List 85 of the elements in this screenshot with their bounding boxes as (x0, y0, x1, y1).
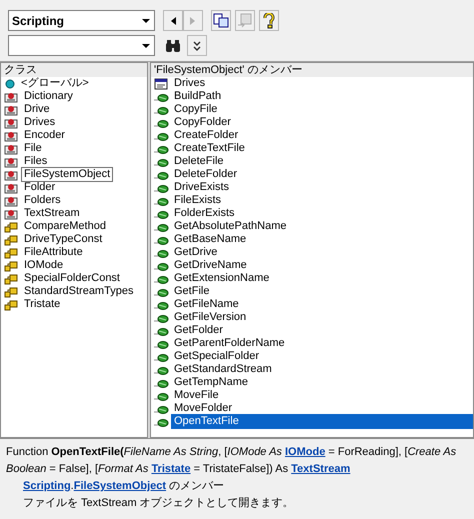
member-item[interactable]: CreateTextFile (171, 141, 248, 156)
property-icon (154, 78, 169, 90)
type-link[interactable]: Scripting (23, 480, 71, 492)
class-item[interactable]: SpecialFolderConst (21, 271, 123, 286)
enum-icon (4, 298, 19, 310)
class-item[interactable]: Tristate (21, 297, 64, 312)
member-item[interactable]: OpenTextFile (171, 414, 473, 429)
class-icon (4, 130, 19, 142)
enum-icon (4, 220, 19, 232)
member-item[interactable]: Drives (171, 76, 208, 91)
class-item[interactable]: <グローバル> (18, 76, 92, 91)
double-chevron-icon (192, 40, 202, 52)
member-item[interactable]: GetExtensionName (171, 271, 272, 286)
class-icon (4, 194, 19, 206)
member-item[interactable]: FileExists (171, 193, 224, 208)
class-icon (4, 142, 19, 154)
member-item[interactable]: GetAbsolutePathName (171, 219, 290, 234)
class-icon (4, 156, 19, 168)
copy-button[interactable] (211, 10, 231, 31)
member-item[interactable]: MoveFile (171, 388, 222, 403)
class-item[interactable]: Files (21, 154, 50, 169)
signature-text: Function OpenTextFile(FileName As String, [IOMode As IOMode = ForReading], [Create As Boolean = False], [Format As Tristate = TristateFalse]) As TextStream (6, 445, 458, 477)
member-item[interactable]: GetDrive (171, 245, 220, 260)
member-item[interactable]: DeleteFile (171, 154, 227, 169)
class-item[interactable]: File (21, 141, 45, 156)
globe-icon (4, 78, 16, 90)
class-icon (4, 116, 19, 128)
enum-icon (4, 272, 19, 284)
member-item[interactable]: GetSpecialFolder (171, 349, 262, 364)
collapse-button[interactable] (187, 35, 207, 56)
member-of-text: Scripting.FileSystemObject のメンバー (22, 479, 226, 494)
class-item[interactable]: CompareMethod (21, 219, 109, 234)
member-item[interactable]: CopyFolder (171, 115, 234, 130)
enum-icon (4, 246, 19, 258)
class-icon (4, 182, 19, 194)
class-item[interactable]: TextStream (21, 206, 83, 221)
class-icon (4, 90, 19, 102)
class-icon (4, 168, 19, 180)
back-arrow-icon (170, 16, 176, 24)
member-item[interactable]: GetTempName (171, 375, 251, 390)
binoculars-icon (165, 38, 181, 52)
member-item[interactable]: GetFolder (171, 323, 226, 338)
help-button[interactable] (259, 10, 279, 31)
definition-icon (237, 13, 253, 28)
member-item[interactable]: GetBaseName (171, 232, 250, 247)
class-item[interactable]: FileSystemObject (21, 167, 114, 182)
type-link[interactable]: TextStream (291, 463, 350, 475)
classes-header: クラス (1, 63, 147, 77)
class-item[interactable]: StandardStreamTypes (21, 284, 136, 299)
type-link[interactable]: FileSystemObject (74, 480, 166, 492)
class-item[interactable]: Drives (21, 115, 58, 130)
class-item[interactable]: Folder (21, 180, 58, 195)
members-header: 'FileSystemObject' のメンバー (151, 63, 473, 77)
help-icon (263, 12, 275, 28)
member-item[interactable]: DriveExists (171, 180, 232, 195)
member-item[interactable]: FolderExists (171, 206, 238, 221)
class-item[interactable]: Dictionary (21, 89, 76, 104)
description-text: ファイルを TextStream オブジェクトとして開きます。 (22, 496, 295, 511)
class-item[interactable]: Encoder (21, 128, 68, 143)
member-item[interactable]: CopyFile (171, 102, 220, 117)
class-item[interactable]: FileAttribute (21, 245, 86, 260)
class-item[interactable]: Folders (21, 193, 64, 208)
class-item[interactable]: DriveTypeConst (21, 232, 106, 247)
class-icon (4, 208, 19, 220)
copy-icon (213, 13, 229, 28)
class-icon (4, 104, 19, 116)
member-item[interactable]: BuildPath (171, 89, 224, 104)
enum-icon (4, 260, 19, 272)
member-item[interactable]: DeleteFolder (171, 167, 240, 182)
forward-arrow-icon (190, 16, 196, 24)
member-item[interactable]: GetDriveName (171, 258, 250, 273)
back-button[interactable] (163, 10, 183, 31)
member-item[interactable]: GetStandardStream (171, 362, 275, 377)
class-item[interactable]: Drive (21, 102, 53, 117)
member-item[interactable]: MoveFolder (171, 401, 236, 416)
class-item[interactable]: IOMode (21, 258, 66, 273)
type-link[interactable]: IOMode (284, 446, 326, 458)
enum-icon (4, 286, 19, 298)
member-item[interactable]: GetFile (171, 284, 212, 299)
type-link[interactable]: Tristate (151, 463, 191, 475)
member-item[interactable]: CreateFolder (171, 128, 242, 143)
member-item[interactable]: GetParentFolderName (171, 336, 288, 351)
member-item[interactable]: GetFileName (171, 297, 242, 312)
member-item[interactable]: GetFileVersion (171, 310, 250, 325)
enum-icon (4, 234, 19, 246)
